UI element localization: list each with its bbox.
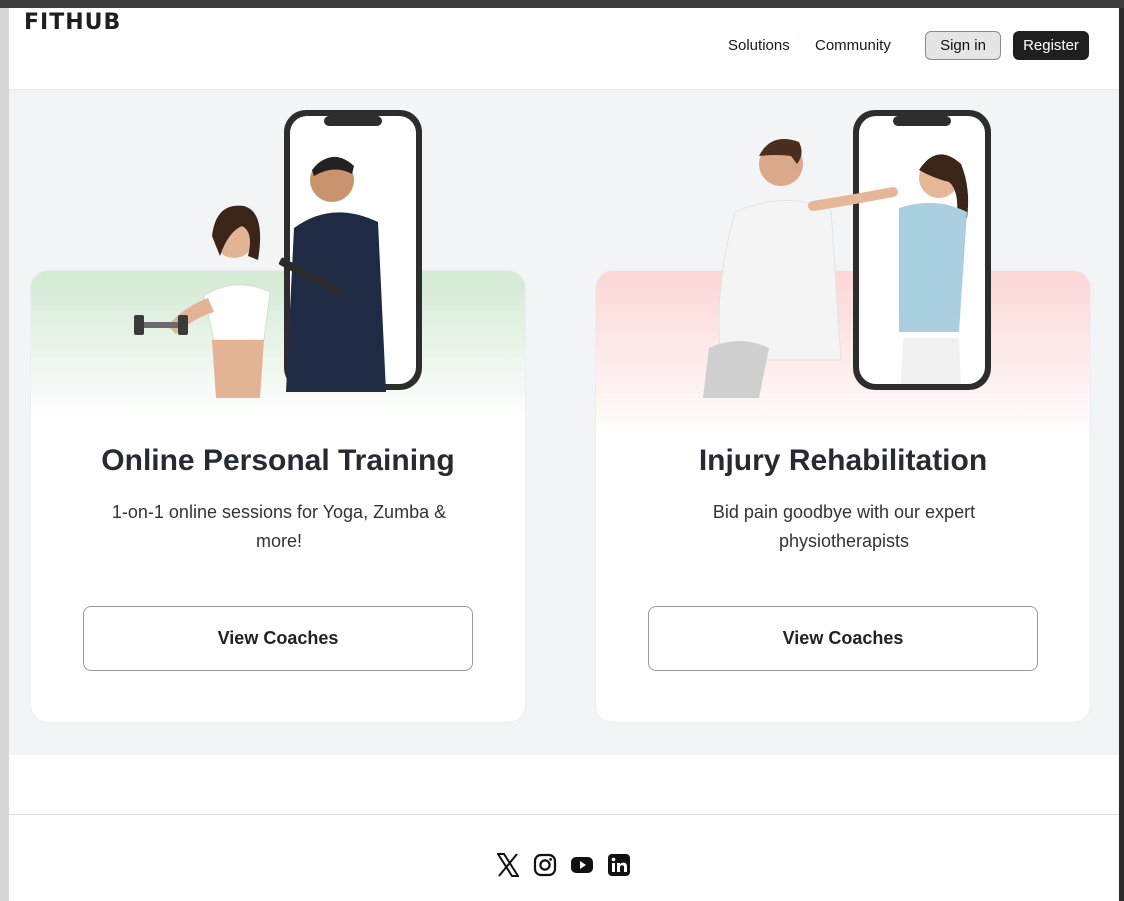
view-coaches-button[interactable]: View Coaches xyxy=(648,606,1038,671)
window-frame-right xyxy=(1119,8,1124,901)
page: FITHUB Solutions Community Sign in Regis… xyxy=(9,8,1119,901)
youtube-icon[interactable] xyxy=(570,852,594,878)
window-frame-left xyxy=(0,8,9,901)
service-card-training: Online Personal Training 1-on-1 online s… xyxy=(30,110,526,723)
view-coaches-button[interactable]: View Coaches xyxy=(83,606,473,671)
footer xyxy=(9,755,1119,901)
nav-solutions[interactable]: Solutions xyxy=(728,37,790,54)
social-links xyxy=(496,852,631,878)
linkedin-icon[interactable] xyxy=(607,852,631,878)
footer-divider xyxy=(9,814,1119,815)
nav-community[interactable]: Community xyxy=(815,37,891,54)
service-card-rehab: Injury Rehabilitation Bid pain goodbye w… xyxy=(595,110,1091,723)
instagram-icon[interactable] xyxy=(533,852,557,878)
card-title: Injury Rehabilitation xyxy=(698,444,988,477)
site-header: FITHUB Solutions Community Sign in Regis… xyxy=(9,8,1119,90)
sign-in-button[interactable]: Sign in xyxy=(925,31,1001,60)
rehab-illustration xyxy=(703,110,991,398)
training-illustration xyxy=(134,110,422,398)
x-icon[interactable] xyxy=(496,852,520,878)
card-title: Online Personal Training xyxy=(101,444,455,477)
window-frame-top xyxy=(0,0,1124,8)
card-description: Bid pain goodbye with our expert physiot… xyxy=(712,502,976,551)
brand-logo[interactable]: FITHUB xyxy=(24,10,121,35)
card-description: 1-on-1 online sessions for Yoga, Zumba &… xyxy=(111,502,447,551)
register-button[interactable]: Register xyxy=(1013,31,1089,60)
